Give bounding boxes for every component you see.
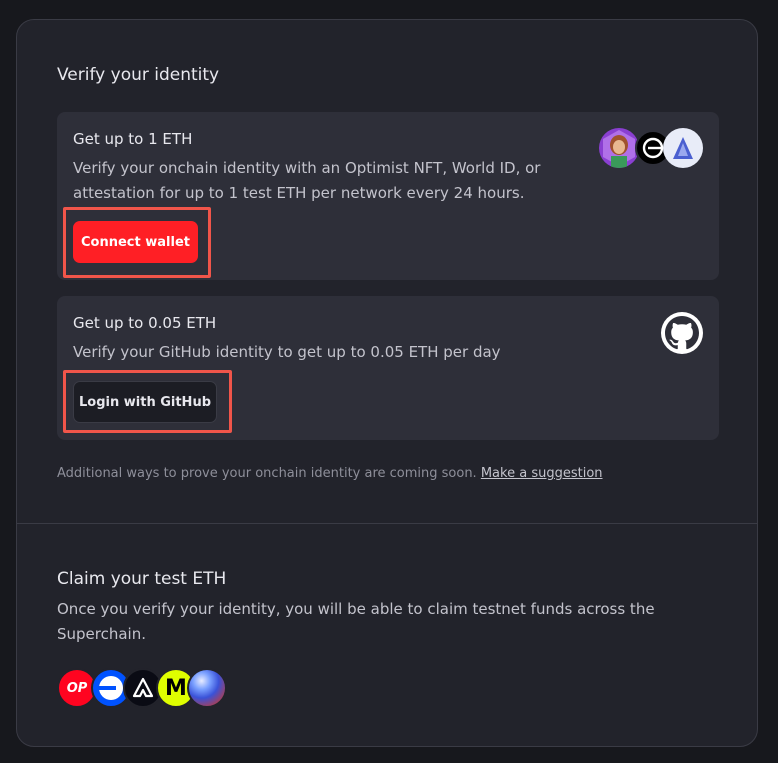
attestation-icon (663, 128, 703, 168)
make-suggestion-link[interactable]: Make a suggestion (481, 466, 603, 481)
connect-wallet-button[interactable]: Connect wallet (73, 221, 198, 263)
optimist-nft-avatar-icon (599, 128, 639, 168)
github-verify-title: Get up to 0.05 ETH (73, 314, 217, 332)
claim-section-title: Claim your test ETH (57, 569, 227, 589)
note-text: Additional ways to prove your onchain id… (57, 466, 477, 481)
op-icon-text: OP (66, 680, 88, 696)
mode-icon-text: M (165, 675, 187, 701)
zora-icon (187, 668, 227, 708)
onchain-verify-title: Get up to 1 ETH (73, 130, 193, 148)
claim-description: Once you verify your identity, you will … (57, 600, 655, 643)
additional-ways-note: Additional ways to prove your onchain id… (57, 466, 603, 481)
verify-section-title: Verify your identity (57, 65, 220, 85)
github-verify-box: Get up to 0.05 ETH Verify your GitHub id… (57, 296, 719, 440)
section-divider (17, 523, 757, 524)
login-github-button[interactable]: Login with GitHub (73, 381, 217, 423)
faucet-card: Verify your identity Get up to 1 ETH Ver… (16, 19, 758, 747)
onchain-verify-box: Get up to 1 ETH Verify your onchain iden… (57, 112, 719, 280)
github-verify-description: Verify your GitHub identity to get up to… (73, 343, 501, 361)
github-icon (661, 312, 703, 354)
onchain-verify-description: Verify your onchain identity with an Opt… (73, 159, 541, 202)
